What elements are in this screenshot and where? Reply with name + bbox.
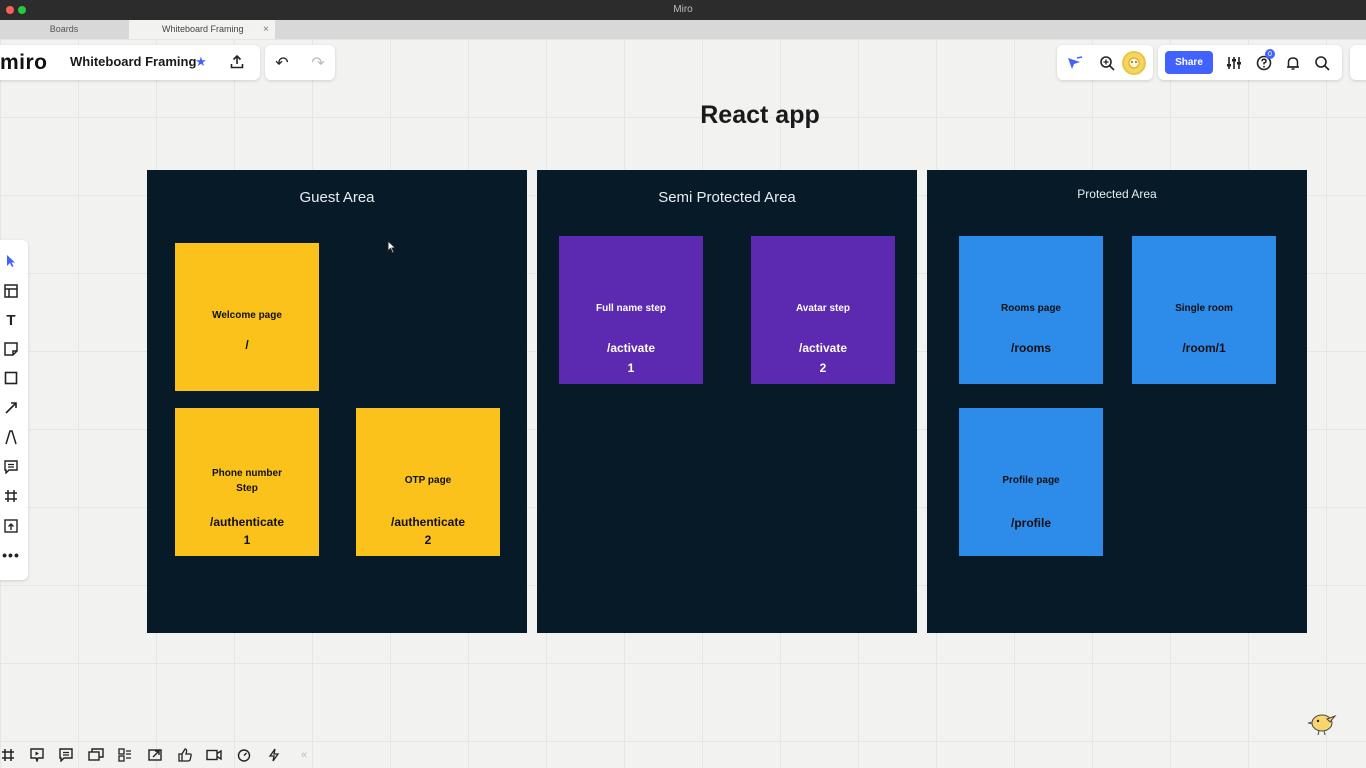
- share-screen-icon[interactable]: [144, 745, 166, 765]
- tab-whiteboard-framing[interactable]: Whiteboard Framing ×: [129, 20, 275, 39]
- shape-tool-icon[interactable]: [0, 367, 22, 389]
- templates-tool-icon[interactable]: [0, 280, 22, 302]
- left-toolbar: T •••: [0, 240, 28, 580]
- tab-label: Boards: [49, 24, 79, 34]
- sticky-path: /profile: [1010, 516, 1051, 530]
- sticky-note-tool-icon[interactable]: [0, 338, 22, 360]
- sticky-phone-number-step[interactable]: Phone number Step /authenticate 1: [175, 408, 319, 556]
- tab-close-icon[interactable]: ×: [263, 20, 269, 39]
- collapse-toolbar-icon[interactable]: «: [293, 745, 315, 765]
- sticky-rooms-page[interactable]: Rooms page /rooms: [959, 236, 1103, 384]
- sticky-path: /activate: [798, 341, 848, 355]
- sticky-otp-page[interactable]: OTP page /authenticate 2: [356, 408, 500, 556]
- search-icon[interactable]: [1312, 53, 1332, 73]
- user-avatar[interactable]: [1122, 51, 1146, 75]
- video-icon[interactable]: [203, 745, 225, 765]
- tab-label: Whiteboard Framing: [162, 24, 244, 34]
- frame-protected-area[interactable]: Protected Area Rooms page /rooms Single …: [927, 170, 1307, 633]
- frame-title: Semi Protected Area: [658, 189, 796, 206]
- comment-tool-icon[interactable]: [0, 456, 22, 478]
- window-title: Miro: [673, 4, 693, 15]
- sticky-step: 2: [819, 361, 827, 375]
- sticky-step: 1: [627, 361, 635, 375]
- cards-icon[interactable]: [85, 745, 107, 765]
- thumbs-up-icon[interactable]: [174, 745, 196, 765]
- sticky-path: /activate: [606, 341, 656, 355]
- sticky-title: Full name step: [595, 303, 666, 314]
- frame-tool-icon[interactable]: [0, 485, 22, 507]
- undo-icon[interactable]: ↶: [272, 53, 292, 73]
- sticky-welcome-page[interactable]: Welcome page /: [175, 243, 319, 391]
- search-people-icon[interactable]: [1097, 53, 1117, 73]
- sticky-path: /rooms: [1010, 341, 1051, 355]
- lightning-icon[interactable]: [263, 745, 285, 765]
- connection-line-tool-icon[interactable]: [0, 397, 22, 419]
- sticky-path: /authenticate: [209, 515, 284, 529]
- more-tools-icon[interactable]: •••: [0, 544, 22, 566]
- sticky-title: Avatar step: [795, 303, 851, 314]
- window-titlebar: Miro: [0, 0, 1366, 20]
- board-title[interactable]: Whiteboard Framing: [70, 54, 196, 69]
- tab-bar: Boards Whiteboard Framing ×: [0, 20, 1366, 39]
- share-button[interactable]: Share: [1165, 51, 1213, 74]
- frame-semi-protected-area[interactable]: Semi Protected Area Full name step /acti…: [537, 170, 917, 633]
- upload-tool-icon[interactable]: [0, 515, 22, 537]
- settings-sliders-icon[interactable]: [1224, 53, 1244, 73]
- sticky-step: 2: [424, 533, 432, 547]
- cursor-flag-icon[interactable]: [1065, 53, 1085, 73]
- board-heading[interactable]: React app: [640, 101, 880, 130]
- sticky-single-room[interactable]: Single room /room/1: [1132, 236, 1276, 384]
- upload-icon[interactable]: [228, 52, 246, 72]
- sticky-title: Rooms page: [1000, 303, 1061, 314]
- sticky-title: OTP page: [404, 475, 452, 486]
- frame-title: Protected Area: [1077, 187, 1157, 201]
- redo-icon[interactable]: ↷: [308, 53, 328, 73]
- pen-tool-icon[interactable]: [0, 426, 22, 448]
- bird-mascot-icon[interactable]: [1306, 709, 1338, 737]
- sticky-title-line2: Step: [236, 483, 258, 494]
- comments-icon[interactable]: [55, 745, 77, 765]
- sticky-full-name-step[interactable]: Full name step /activate 1: [559, 236, 703, 384]
- sticky-path: /authenticate: [390, 515, 465, 529]
- sticky-path: /room/1: [1182, 341, 1226, 355]
- mouse-cursor-icon: [386, 239, 398, 255]
- sticky-title: Welcome page: [212, 310, 282, 321]
- sticky-title: Phone number: [211, 468, 282, 479]
- tab-boards[interactable]: Boards: [0, 20, 128, 39]
- sticky-title: Profile page: [1002, 475, 1060, 486]
- bell-icon[interactable]: [1283, 53, 1303, 73]
- help-badge: 0: [1265, 49, 1275, 59]
- miro-logo[interactable]: miro: [0, 51, 48, 75]
- kanban-icon[interactable]: [114, 745, 136, 765]
- frames-icon[interactable]: [0, 745, 19, 765]
- sticky-profile-page[interactable]: Profile page /profile: [959, 408, 1103, 556]
- menu-panel[interactable]: [1350, 45, 1366, 80]
- frame-title: Guest Area: [299, 189, 375, 206]
- sticky-avatar-step[interactable]: Avatar step /activate 2: [751, 236, 895, 384]
- select-tool-icon[interactable]: [0, 250, 22, 272]
- sticky-step: 1: [243, 533, 251, 547]
- sticky-title: Single room: [1175, 303, 1233, 314]
- frame-guest-area[interactable]: Guest Area Welcome page / Phone number S…: [147, 170, 527, 633]
- timer-icon[interactable]: [233, 745, 255, 765]
- sticky-path: /: [245, 338, 249, 352]
- star-icon[interactable]: ★: [194, 54, 208, 70]
- present-icon[interactable]: [26, 745, 48, 765]
- text-tool-icon[interactable]: T: [0, 309, 22, 331]
